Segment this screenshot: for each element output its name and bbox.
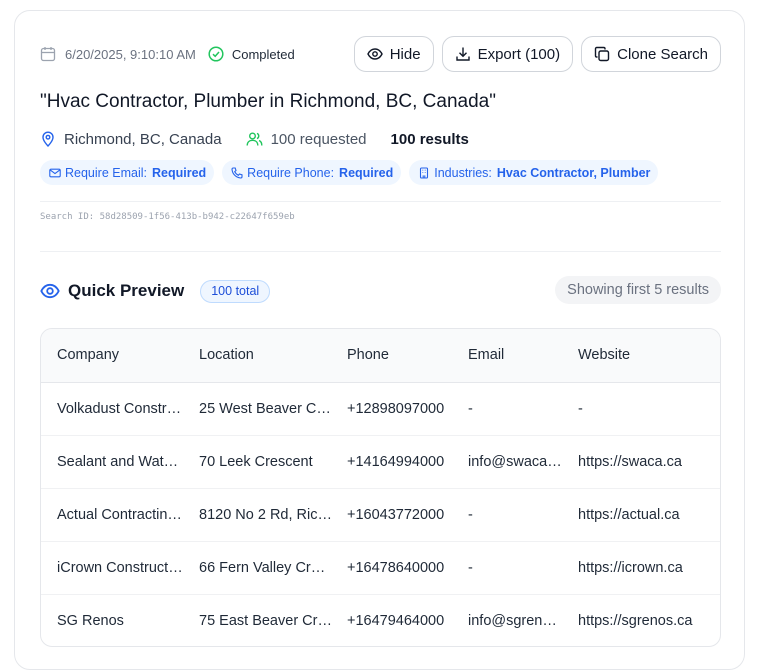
check-circle-icon [208, 46, 224, 62]
cell-location: 25 West Beaver Creek [199, 400, 345, 417]
cell-location: 8120 No 2 Rd, Richmond [199, 487, 347, 541]
cell-email: - [468, 487, 578, 541]
cell-email: info@swaca.ca [468, 434, 578, 488]
copy-icon [594, 46, 610, 62]
requested-count: 100 requested [270, 130, 367, 148]
search-date: 6/20/2025, 9:10:10 AM [65, 46, 196, 62]
search-result-card: 6/20/2025, 9:10:10 AM Completed Hide Exp… [14, 10, 745, 670]
cell-company: Sealant and Waterproofing [41, 434, 199, 488]
quick-preview-header: Quick Preview 100 total [40, 279, 271, 303]
filter-chip-label: Industries: [434, 165, 492, 180]
results-table: Company Location Phone Email Website Vol… [40, 328, 721, 647]
table-row[interactable]: Actual Contracting Ltd 8120 No 2 Rd, Ric… [41, 487, 720, 541]
cell-email: info@sgrenos.ca [468, 593, 578, 646]
column-header-phone: Phone [347, 329, 468, 383]
cell-company: SG Renos [41, 593, 199, 646]
filter-chip-industries: Industries: Hvac Contractor, Plumber [409, 160, 659, 185]
clone-search-button[interactable]: Clone Search [581, 36, 721, 72]
mail-icon [49, 168, 61, 177]
cell-phone: +16043772000 [347, 487, 468, 541]
building-icon [420, 166, 429, 179]
download-icon [455, 47, 470, 61]
hide-button-label: Hide [389, 45, 421, 63]
table-row[interactable]: SG Renos 75 East Beaver Creek +164794640… [41, 593, 720, 646]
users-icon [246, 132, 263, 146]
cell-website: https://swaca.ca [578, 434, 720, 488]
search-id: Search ID: 58d28509-1f56-413b-b942-c2264… [40, 212, 295, 222]
cell-phone: +16478640000 [347, 540, 468, 594]
divider [40, 201, 721, 202]
eye-icon [40, 283, 60, 299]
quick-preview-title: Quick Preview [68, 281, 185, 300]
filter-chip-label: Require Phone: [247, 165, 335, 180]
filter-chip-value: Required [339, 165, 394, 180]
status-badge: Completed [231, 46, 295, 62]
cell-phone: +12898097000 [347, 400, 445, 417]
cell-email: - [468, 400, 473, 417]
cell-company: iCrown Construction [41, 540, 199, 594]
cell-website: https://actual.ca [578, 487, 720, 541]
export-button-label: Export (100) [477, 45, 561, 63]
cell-location: 70 Leek Crescent [199, 434, 347, 488]
search-info: Richmond, BC, Canada 100 requested 100 r… [40, 129, 469, 149]
filter-chip-email: Require Email: Required [40, 160, 215, 185]
export-button[interactable]: Export (100) [441, 36, 574, 72]
filter-chips: Require Email: Required Require Phone: R… [40, 160, 659, 185]
cell-company: Volkadust Construction [57, 400, 199, 417]
eye-icon [366, 48, 383, 60]
table-row[interactable]: Sealant and Waterproofing 70 Leek Cresce… [41, 434, 720, 488]
clone-search-button-label: Clone Search [617, 45, 708, 63]
search-location: Richmond, BC, Canada [64, 130, 222, 148]
hide-button[interactable]: Hide [353, 36, 434, 72]
filter-chip-label: Require Email: [65, 165, 147, 180]
map-pin-icon [42, 131, 54, 147]
cell-location: 66 Fern Valley Crescent [199, 540, 347, 594]
column-header-location: Location [199, 329, 347, 383]
filter-chip-value: Hvac Contractor, Plumber [496, 165, 651, 180]
search-meta: 6/20/2025, 9:10:10 AM Completed [40, 44, 295, 64]
divider [40, 251, 721, 252]
table-row[interactable]: iCrown Construction 66 Fern Valley Cresc… [41, 540, 720, 594]
cell-website: https://sgrenos.ca [578, 593, 720, 646]
cell-email: - [468, 540, 578, 594]
filter-chip-phone: Require Phone: Required [222, 160, 402, 185]
table-row[interactable]: Volkadust Construction 25 West Beaver Cr… [41, 382, 720, 435]
column-header-company: Company [41, 329, 199, 383]
column-header-website: Website [578, 329, 720, 383]
phone-icon [231, 166, 243, 179]
calendar-icon [40, 47, 56, 62]
cell-company: Actual Contracting Ltd [41, 487, 199, 541]
results-count: 100 results [390, 130, 469, 148]
cell-phone: +16479464000 [347, 593, 468, 646]
cell-website: - [578, 400, 583, 417]
total-badge: 100 total [200, 279, 271, 303]
cell-website: https://icrown.ca [578, 540, 720, 594]
search-title: "Hvac Contractor, Plumber in Richmond, B… [40, 91, 496, 112]
toolbar: Hide Export (100) Clone Search [353, 36, 721, 72]
cell-location: 75 East Beaver Creek [199, 593, 347, 646]
column-header-email: Email [468, 329, 578, 383]
table-header-row: Company Location Phone Email Website [41, 329, 720, 383]
cell-phone: +14164994000 [347, 434, 468, 488]
filter-chip-value: Required [151, 165, 207, 180]
showing-results-badge: Showing first 5 results [555, 276, 721, 304]
